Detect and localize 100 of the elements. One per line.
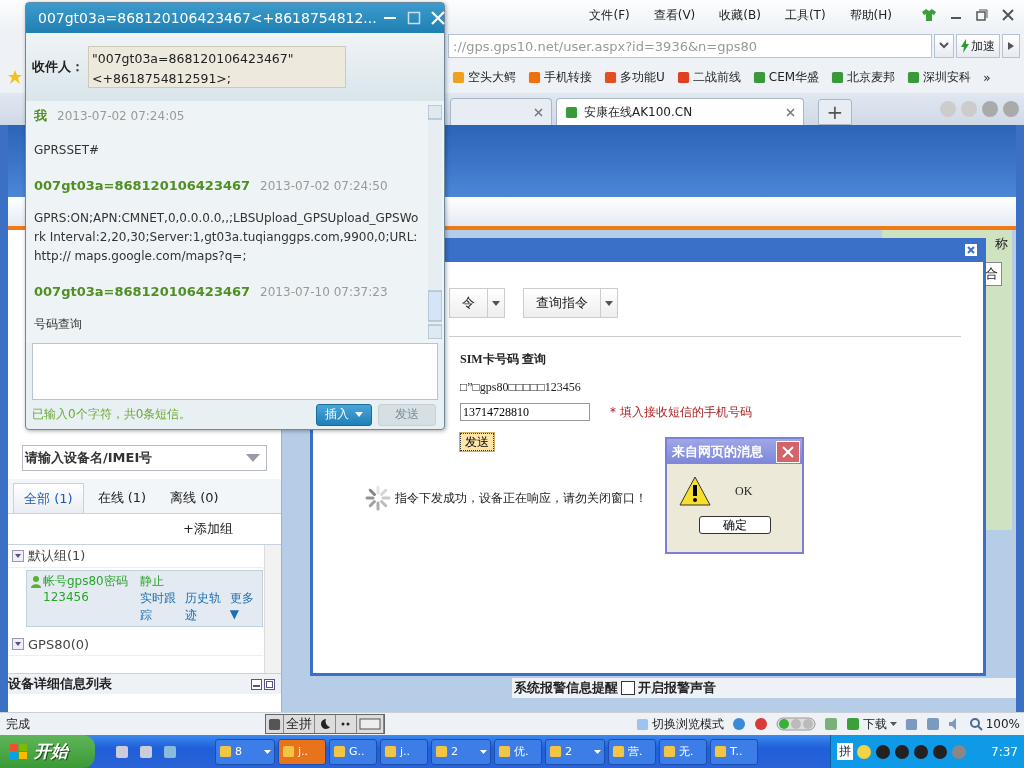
filter-tab[interactable]: 全部 (1): [13, 483, 84, 513]
favorite-link[interactable]: CEM华盛: [752, 69, 820, 86]
download-button[interactable]: 下载: [845, 715, 897, 733]
recipient-field[interactable]: "007gt03a=868120106423467" <+8618754812591>;: [88, 46, 346, 88]
taskbar-button[interactable]: j..: [380, 738, 428, 765]
message-text: 号码查询: [34, 316, 83, 333]
maximize-icon[interactable]: [264, 678, 275, 690]
alarm-label: 系统报警信息提醒: [514, 679, 618, 697]
window-icon: [549, 745, 562, 758]
device-search-field[interactable]: 请输入设备名/IMEI号: [22, 445, 267, 471]
menu-item[interactable]: 查看(V): [651, 4, 698, 26]
more-chevron[interactable]: »: [983, 70, 991, 85]
ok-button[interactable]: 确定: [698, 516, 771, 534]
dialog-title: 来自网页的消息: [672, 442, 763, 461]
go-button[interactable]: [1002, 34, 1020, 58]
zoom-control[interactable]: 100%: [969, 717, 1020, 731]
scrollbar[interactable]: [428, 105, 442, 339]
taskbar-button[interactable]: 2: [431, 738, 491, 765]
group-name[interactable]: GPS80(0): [28, 636, 90, 652]
character-counter: 已输入0个字符，共0条短信。: [32, 406, 193, 423]
taskbar-button[interactable]: 无.: [659, 738, 707, 765]
taskbar-button[interactable]: G..: [329, 738, 377, 765]
favorite-link[interactable]: 空头大鳄: [452, 69, 516, 86]
filter-tab[interactable]: 离线 (0): [160, 483, 229, 513]
favorite-link[interactable]: 二战前线: [676, 69, 741, 86]
add-group-link[interactable]: +添加组: [183, 520, 233, 538]
shirt-icon[interactable]: [922, 9, 936, 21]
scrollbar[interactable]: [264, 545, 281, 673]
speed-button[interactable]: 加速: [956, 34, 1000, 58]
device-action-link[interactable]: 历史轨迹: [184, 590, 226, 624]
browser-tab[interactable]: 安康在线AK100.CN: [556, 98, 804, 125]
taskbar-button[interactable]: 2: [545, 738, 605, 765]
minimize-icon[interactable]: [251, 678, 262, 690]
star-icon[interactable]: [7, 69, 23, 85]
window-icon: [714, 745, 727, 758]
toggle-icon[interactable]: [12, 550, 24, 562]
send-button[interactable]: 发送: [460, 433, 494, 451]
magnifier-icon: [969, 717, 983, 731]
lightning-icon: [961, 39, 969, 53]
menu-item[interactable]: 文件(F): [587, 4, 632, 26]
menu-item[interactable]: 收藏(B): [717, 4, 763, 26]
favorite-link[interactable]: 多功能U: [604, 69, 665, 86]
taskbar-button[interactable]: T..: [710, 738, 758, 765]
favorite-label: 二战前线: [692, 69, 741, 86]
restore-icon[interactable]: [976, 9, 988, 21]
favorite-label: 北京麦邦: [847, 69, 896, 86]
device-status: 静止: [139, 573, 165, 590]
message-input[interactable]: [32, 343, 438, 400]
taskbar-button[interactable]: 优.: [494, 738, 542, 765]
folder-icon: [635, 717, 649, 731]
message-text: GPRSSET#: [34, 142, 101, 159]
command-dropdown[interactable]: 令: [449, 288, 505, 318]
ime-indicator[interactable]: 拼: [837, 743, 853, 760]
caret-icon: [594, 749, 601, 754]
taskbar-button[interactable]: 营.: [608, 738, 656, 765]
tray-icon[interactable]: [875, 743, 891, 760]
close-icon[interactable]: [1002, 9, 1014, 21]
device-action-link[interactable]: 更多▼: [229, 590, 258, 624]
ime-mode[interactable]: 全拼: [284, 715, 315, 733]
command-dropdown[interactable]: 查询指令: [523, 288, 618, 318]
favorite-link[interactable]: 深圳安科: [907, 69, 972, 86]
close-icon[interactable]: [786, 107, 795, 117]
window-icon: [435, 745, 448, 758]
filter-tab[interactable]: 在线 (1): [87, 483, 157, 513]
tray-icon[interactable]: [894, 743, 910, 760]
device-action-link[interactable]: 实时跟踪: [139, 590, 181, 624]
window-icon: [282, 745, 295, 758]
new-tab-button[interactable]: +: [818, 99, 852, 125]
tray-icon[interactable]: [913, 743, 929, 760]
spinner-icon: [365, 485, 391, 511]
windows-logo-icon: [10, 743, 28, 760]
toggle-icon[interactable]: [12, 638, 24, 650]
info-text: □”□gps80□□□□□123456: [460, 379, 581, 395]
close-icon: [782, 445, 794, 458]
play-icon: [1007, 41, 1015, 51]
toggle-switch-icon[interactable]: [775, 717, 816, 731]
taskbar-button[interactable]: 8: [215, 738, 275, 765]
menu-item[interactable]: 工具(T): [782, 4, 828, 26]
close-icon[interactable]: [965, 244, 977, 256]
close-button[interactable]: [776, 440, 800, 463]
device-card[interactable]: 帐号gps80密码 静止 123456 实时跟踪 历史轨迹 更多▼: [26, 570, 263, 627]
group-name[interactable]: 默认组(1): [28, 547, 86, 565]
favorite-link[interactable]: 手机转接: [528, 69, 592, 86]
favorite-link[interactable]: 北京麦邦: [831, 69, 896, 86]
browse-mode-button[interactable]: 切换浏览模式: [635, 715, 724, 733]
tray-icon[interactable]: [932, 743, 948, 760]
checkbox[interactable]: [621, 681, 635, 695]
keyboard-icon[interactable]: [357, 715, 384, 733]
section-title: SIM卡号码 查询: [460, 351, 546, 367]
window-icon: [498, 745, 511, 758]
dropdown-button[interactable]: [934, 34, 954, 58]
column-header: 称: [995, 235, 1008, 253]
close-icon[interactable]: [534, 107, 543, 117]
phone-field[interactable]: 13714728810: [460, 403, 590, 421]
caret-icon: [492, 300, 500, 306]
favorite-label: 手机转接: [544, 69, 592, 86]
caret-icon: [355, 412, 363, 417]
menu-item[interactable]: 帮助(H): [847, 4, 894, 26]
caret-icon: [480, 749, 487, 754]
window-icon: [612, 745, 625, 758]
